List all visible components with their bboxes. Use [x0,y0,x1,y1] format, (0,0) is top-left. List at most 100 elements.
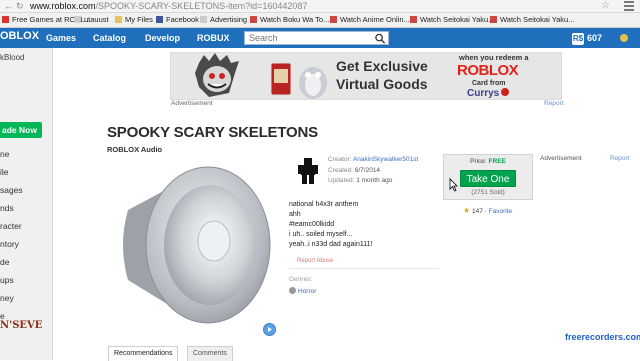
description-line: i uh.. soiled myself... [289,231,353,238]
bookmark-label: Watch Boku Wa To... [260,15,330,24]
favorite-link[interactable]: Favorite [489,208,512,215]
description-line: yeah..i n33d dad again111! [289,241,373,248]
bookmark-label: Facebook [166,15,199,24]
creator-label: Creator: [328,156,352,163]
sidebar-item-profile[interactable]: ile [0,167,9,177]
right-ad-report-link[interactable]: Report [610,155,630,162]
ad-label: Advertisement [171,100,213,107]
hallows-eve-badge-text: N'SEVE [0,320,43,331]
robux-icon: R$ [572,33,584,45]
creator-link[interactable]: AnakinSkywalker501st [353,156,418,163]
created-label: Created: [328,167,353,174]
ad-redeem-text: when you redeem a [459,53,529,62]
take-one-button[interactable]: Take One [460,170,516,187]
reload-icon[interactable]: ↻ [16,0,24,12]
horror-genre-icon [289,287,296,294]
bookmark-item[interactable]: utauust [74,13,109,27]
sidebar-item-inventory[interactable]: ntory [0,239,19,249]
search-icon[interactable] [374,33,386,44]
favorite-count: 147 [471,208,483,215]
sidebar-item-friends[interactable]: nds [0,203,14,213]
robux-count: 607 [587,33,603,43]
description-line: ahh [289,211,301,218]
address-bar[interactable]: ← ↻ www.roblox.com/SPOOKY-SCARY-SKELETON… [0,0,640,13]
nav-link-games[interactable]: Games [46,28,76,48]
back-icon[interactable]: ← [4,0,13,12]
item-type: ROBLOX Audio [107,145,163,154]
ad-currys-logo: Currys [467,88,510,99]
game-card-image [270,62,292,96]
ad-store-name: Currys [467,88,500,99]
price-box: Price: FREE Take One (2751 Sold) [443,154,533,200]
bookmark-label: Watch Anime Onlin... [340,15,410,24]
sidebar-item-groups[interactable]: ups [0,275,14,285]
browser-menu-icon[interactable] [624,1,634,11]
facebook-icon [156,16,163,23]
sidebar-item-trade[interactable]: de [0,257,9,267]
bookmark-item[interactable]: Watch Seitokai Yaku... [410,13,494,27]
page-favicon-icon [410,16,417,23]
page-favicon-icon [250,16,257,23]
search-input[interactable] [245,32,375,44]
bookmark-item[interactable]: Advertising [200,13,247,27]
url-text[interactable]: www.roblox.com/SPOOKY-SCARY-SKELETONS-it… [30,0,307,12]
bookmark-item[interactable]: Watch Seitokai Yaku... [490,13,574,27]
favorite-star-icon[interactable]: ★ [463,206,470,215]
nav-link-catalog[interactable]: Catalog [93,28,126,48]
folder-icon [115,16,122,23]
tix-balance[interactable]: 2,6 [620,31,640,59]
bookmark-label: utauust [84,15,109,24]
url-host: www.roblox.com [30,1,96,11]
genres-label: Genres: [289,276,313,283]
ad-headline-2: Virtual Goods [336,76,428,92]
price-label: Price: [470,158,487,165]
tab-comments[interactable]: Comments [187,346,233,361]
page-favicon-icon [74,16,81,23]
sidebar-item-messages[interactable]: sages [0,185,23,195]
audio-speaker-icon [123,166,271,324]
tix-count: 2,6 [620,47,633,57]
ad-headline-1: Get Exclusive [336,58,428,74]
tix-icon [620,34,628,42]
penguin-character-image [299,67,327,99]
updated-label: Updated: [328,177,355,184]
ad-report-link[interactable]: Report [544,100,564,107]
updated-date: 1 month ago [356,177,393,184]
url-path: /SPOOKY-SCARY-SKELETONS-item?id=16044208… [95,1,308,11]
genre-label: Horror [298,288,317,295]
ad-banner[interactable]: Get Exclusive Virtual Goods when you red… [170,52,562,100]
bookmark-item[interactable]: My Files [115,13,153,27]
created-row: Created: 6/7/2014 [328,167,380,174]
bookmark-item[interactable]: Watch Boku Wa To... [250,13,329,27]
creator-avatar[interactable] [297,157,319,185]
roblox-logo[interactable]: ROBLOX [0,30,39,42]
creator-row: Creator: AnakinSkywalker501st [328,156,418,163]
report-abuse-link[interactable]: Report Abuse [297,258,333,264]
bookmark-item[interactable]: Watch Anime Onlin... [330,13,410,27]
bookmark-item[interactable]: Facebook [156,13,199,27]
play-audio-button[interactable] [263,323,276,336]
upgrade-now-button[interactable]: ade Now [0,122,42,138]
description-line: national h4x3r anthem [289,201,359,208]
sidebar-username[interactable]: kBlood [0,53,24,62]
created-date: 6/7/2014 [354,167,381,174]
nav-link-develop[interactable]: Develop [145,28,180,48]
sidebar-item-home[interactable]: ne [0,149,9,159]
bookmark-star-icon[interactable]: ☆ [601,0,610,12]
genre-link[interactable]: Horror [289,287,316,295]
favorite-row: ★ 147 · Favorite [463,206,513,215]
robux-balance[interactable]: R$ 607 [572,31,602,45]
item-title: SPOOKY SCARY SKELETONS [107,124,318,141]
tab-recommendations[interactable]: Recommendations [108,346,179,361]
hallows-eve-event-badge[interactable]: N'SEVE [0,310,46,352]
mouse-cursor-icon [449,178,458,192]
sidebar-item-character[interactable]: racter [0,221,22,231]
page-favicon-icon [200,16,207,23]
left-sidebar: kBlood ade Now ne ile sages nds racter n… [0,48,53,360]
roblox-favicon-icon [2,16,9,23]
updated-row: Updated: 1 month ago [328,177,392,184]
price-value: FREE [488,158,506,165]
bookmark-label: Advertising [210,15,248,24]
sidebar-item-money[interactable]: ney [0,293,14,303]
nav-link-robux[interactable]: ROBUX [197,28,230,48]
